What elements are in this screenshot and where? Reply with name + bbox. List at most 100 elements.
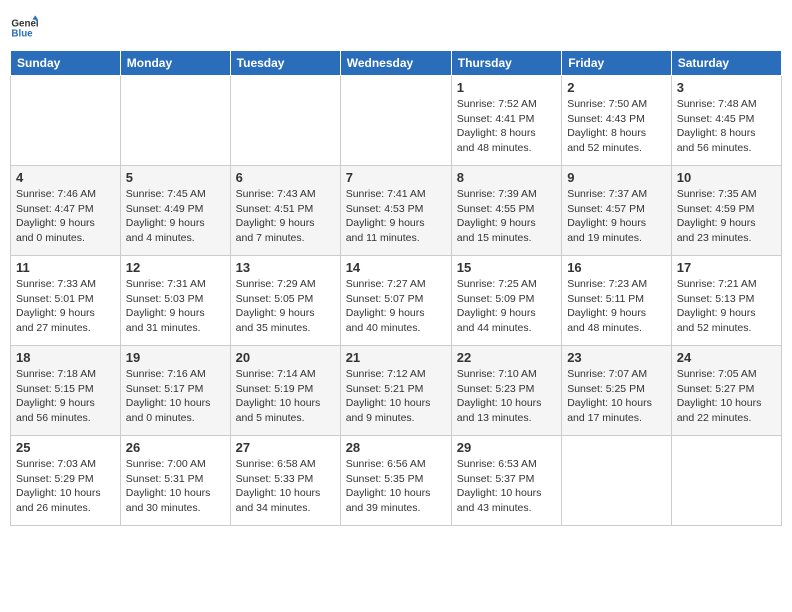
calendar-cell: 7 Sunrise: 7:41 AM Sunset: 4:53 PM Daylig… bbox=[340, 166, 451, 256]
day-number: 20 bbox=[236, 350, 335, 365]
day-info: Sunrise: 7:07 AM Sunset: 5:25 PM Dayligh… bbox=[567, 367, 666, 426]
calendar-cell bbox=[562, 436, 672, 526]
day-number: 22 bbox=[457, 350, 556, 365]
calendar-table: SundayMondayTuesdayWednesdayThursdayFrid… bbox=[10, 50, 782, 526]
day-info: Sunrise: 7:45 AM Sunset: 4:49 PM Dayligh… bbox=[126, 187, 225, 246]
calendar-cell: 29 Sunrise: 6:53 AM Sunset: 5:37 PM Dayli… bbox=[451, 436, 561, 526]
calendar-cell: 25 Sunrise: 7:03 AM Sunset: 5:29 PM Dayli… bbox=[11, 436, 121, 526]
day-number: 4 bbox=[16, 170, 115, 185]
day-info: Sunrise: 7:27 AM Sunset: 5:07 PM Dayligh… bbox=[346, 277, 446, 336]
calendar-cell bbox=[120, 76, 230, 166]
day-info: Sunrise: 7:18 AM Sunset: 5:15 PM Dayligh… bbox=[16, 367, 115, 426]
day-number: 15 bbox=[457, 260, 556, 275]
day-info: Sunrise: 7:12 AM Sunset: 5:21 PM Dayligh… bbox=[346, 367, 446, 426]
weekday-header-cell: Monday bbox=[120, 51, 230, 76]
calendar-cell bbox=[671, 436, 781, 526]
logo: General Blue bbox=[10, 14, 42, 42]
calendar-cell: 19 Sunrise: 7:16 AM Sunset: 5:17 PM Dayli… bbox=[120, 346, 230, 436]
day-number: 17 bbox=[677, 260, 776, 275]
calendar-cell: 27 Sunrise: 6:58 AM Sunset: 5:33 PM Dayli… bbox=[230, 436, 340, 526]
day-info: Sunrise: 7:39 AM Sunset: 4:55 PM Dayligh… bbox=[457, 187, 556, 246]
day-info: Sunrise: 7:21 AM Sunset: 5:13 PM Dayligh… bbox=[677, 277, 776, 336]
day-info: Sunrise: 7:16 AM Sunset: 5:17 PM Dayligh… bbox=[126, 367, 225, 426]
day-info: Sunrise: 7:25 AM Sunset: 5:09 PM Dayligh… bbox=[457, 277, 556, 336]
day-number: 8 bbox=[457, 170, 556, 185]
calendar-cell: 8 Sunrise: 7:39 AM Sunset: 4:55 PM Daylig… bbox=[451, 166, 561, 256]
day-number: 29 bbox=[457, 440, 556, 455]
calendar-cell bbox=[11, 76, 121, 166]
day-info: Sunrise: 7:43 AM Sunset: 4:51 PM Dayligh… bbox=[236, 187, 335, 246]
calendar-cell: 4 Sunrise: 7:46 AM Sunset: 4:47 PM Daylig… bbox=[11, 166, 121, 256]
weekday-header-cell: Sunday bbox=[11, 51, 121, 76]
day-number: 27 bbox=[236, 440, 335, 455]
day-info: Sunrise: 7:03 AM Sunset: 5:29 PM Dayligh… bbox=[16, 457, 115, 516]
weekday-header-cell: Friday bbox=[562, 51, 672, 76]
day-number: 10 bbox=[677, 170, 776, 185]
day-number: 18 bbox=[16, 350, 115, 365]
calendar-week-row: 4 Sunrise: 7:46 AM Sunset: 4:47 PM Daylig… bbox=[11, 166, 782, 256]
calendar-cell: 5 Sunrise: 7:45 AM Sunset: 4:49 PM Daylig… bbox=[120, 166, 230, 256]
day-info: Sunrise: 7:35 AM Sunset: 4:59 PM Dayligh… bbox=[677, 187, 776, 246]
day-info: Sunrise: 7:05 AM Sunset: 5:27 PM Dayligh… bbox=[677, 367, 776, 426]
day-number: 13 bbox=[236, 260, 335, 275]
calendar-cell: 1Sunrise: 7:52 AM Sunset: 4:41 PM Daylig… bbox=[451, 76, 561, 166]
day-info: Sunrise: 6:56 AM Sunset: 5:35 PM Dayligh… bbox=[346, 457, 446, 516]
day-number: 25 bbox=[16, 440, 115, 455]
calendar-cell bbox=[230, 76, 340, 166]
day-number: 6 bbox=[236, 170, 335, 185]
day-info: Sunrise: 7:48 AM Sunset: 4:45 PM Dayligh… bbox=[677, 97, 776, 156]
day-number: 23 bbox=[567, 350, 666, 365]
day-info: Sunrise: 7:23 AM Sunset: 5:11 PM Dayligh… bbox=[567, 277, 666, 336]
calendar-cell: 13Sunrise: 7:29 AM Sunset: 5:05 PM Dayli… bbox=[230, 256, 340, 346]
day-number: 5 bbox=[126, 170, 225, 185]
calendar-cell: 24 Sunrise: 7:05 AM Sunset: 5:27 PM Dayli… bbox=[671, 346, 781, 436]
day-info: Sunrise: 7:41 AM Sunset: 4:53 PM Dayligh… bbox=[346, 187, 446, 246]
day-info: Sunrise: 6:53 AM Sunset: 5:37 PM Dayligh… bbox=[457, 457, 556, 516]
day-number: 12 bbox=[126, 260, 225, 275]
day-info: Sunrise: 7:00 AM Sunset: 5:31 PM Dayligh… bbox=[126, 457, 225, 516]
calendar-week-row: 11 Sunrise: 7:33 AM Sunset: 5:01 PM Dayli… bbox=[11, 256, 782, 346]
calendar-week-row: 18 Sunrise: 7:18 AM Sunset: 5:15 PM Dayli… bbox=[11, 346, 782, 436]
day-number: 9 bbox=[567, 170, 666, 185]
calendar-cell: 11 Sunrise: 7:33 AM Sunset: 5:01 PM Dayli… bbox=[11, 256, 121, 346]
calendar-cell bbox=[340, 76, 451, 166]
calendar-body: 1Sunrise: 7:52 AM Sunset: 4:41 PM Daylig… bbox=[11, 76, 782, 526]
calendar-cell: 18 Sunrise: 7:18 AM Sunset: 5:15 PM Dayli… bbox=[11, 346, 121, 436]
day-number: 21 bbox=[346, 350, 446, 365]
calendar-cell: 28Sunrise: 6:56 AM Sunset: 5:35 PM Dayli… bbox=[340, 436, 451, 526]
calendar-cell: 20 Sunrise: 7:14 AM Sunset: 5:19 PM Dayli… bbox=[230, 346, 340, 436]
day-number: 26 bbox=[126, 440, 225, 455]
calendar-cell: 3 Sunrise: 7:48 AM Sunset: 4:45 PM Daylig… bbox=[671, 76, 781, 166]
day-number: 3 bbox=[677, 80, 776, 95]
calendar-cell: 16 Sunrise: 7:23 AM Sunset: 5:11 PM Dayli… bbox=[562, 256, 672, 346]
calendar-cell: 10 Sunrise: 7:35 AM Sunset: 4:59 PM Dayli… bbox=[671, 166, 781, 256]
day-number: 2 bbox=[567, 80, 666, 95]
day-number: 19 bbox=[126, 350, 225, 365]
day-number: 7 bbox=[346, 170, 446, 185]
weekday-header-cell: Tuesday bbox=[230, 51, 340, 76]
calendar-cell: 15 Sunrise: 7:25 AM Sunset: 5:09 PM Dayli… bbox=[451, 256, 561, 346]
calendar-cell: 2Sunrise: 7:50 AM Sunset: 4:43 PM Daylig… bbox=[562, 76, 672, 166]
day-info: Sunrise: 6:58 AM Sunset: 5:33 PM Dayligh… bbox=[236, 457, 335, 516]
calendar-cell: 12 Sunrise: 7:31 AM Sunset: 5:03 PM Dayli… bbox=[120, 256, 230, 346]
weekday-header-cell: Thursday bbox=[451, 51, 561, 76]
calendar-cell: 21 Sunrise: 7:12 AM Sunset: 5:21 PM Dayli… bbox=[340, 346, 451, 436]
day-info: Sunrise: 7:33 AM Sunset: 5:01 PM Dayligh… bbox=[16, 277, 115, 336]
day-info: Sunrise: 7:14 AM Sunset: 5:19 PM Dayligh… bbox=[236, 367, 335, 426]
day-info: Sunrise: 7:46 AM Sunset: 4:47 PM Dayligh… bbox=[16, 187, 115, 246]
calendar-week-row: 25 Sunrise: 7:03 AM Sunset: 5:29 PM Dayli… bbox=[11, 436, 782, 526]
header: General Blue bbox=[10, 10, 782, 42]
day-number: 24 bbox=[677, 350, 776, 365]
weekday-header-cell: Wednesday bbox=[340, 51, 451, 76]
calendar-cell: 26 Sunrise: 7:00 AM Sunset: 5:31 PM Dayli… bbox=[120, 436, 230, 526]
day-info: Sunrise: 7:31 AM Sunset: 5:03 PM Dayligh… bbox=[126, 277, 225, 336]
calendar-week-row: 1Sunrise: 7:52 AM Sunset: 4:41 PM Daylig… bbox=[11, 76, 782, 166]
logo-icon: General Blue bbox=[10, 14, 38, 42]
calendar-cell: 14Sunrise: 7:27 AM Sunset: 5:07 PM Dayli… bbox=[340, 256, 451, 346]
day-number: 11 bbox=[16, 260, 115, 275]
calendar-cell: 17 Sunrise: 7:21 AM Sunset: 5:13 PM Dayli… bbox=[671, 256, 781, 346]
weekday-header-row: SundayMondayTuesdayWednesdayThursdayFrid… bbox=[11, 51, 782, 76]
calendar-cell: 6 Sunrise: 7:43 AM Sunset: 4:51 PM Daylig… bbox=[230, 166, 340, 256]
day-number: 16 bbox=[567, 260, 666, 275]
svg-text:Blue: Blue bbox=[11, 28, 33, 39]
